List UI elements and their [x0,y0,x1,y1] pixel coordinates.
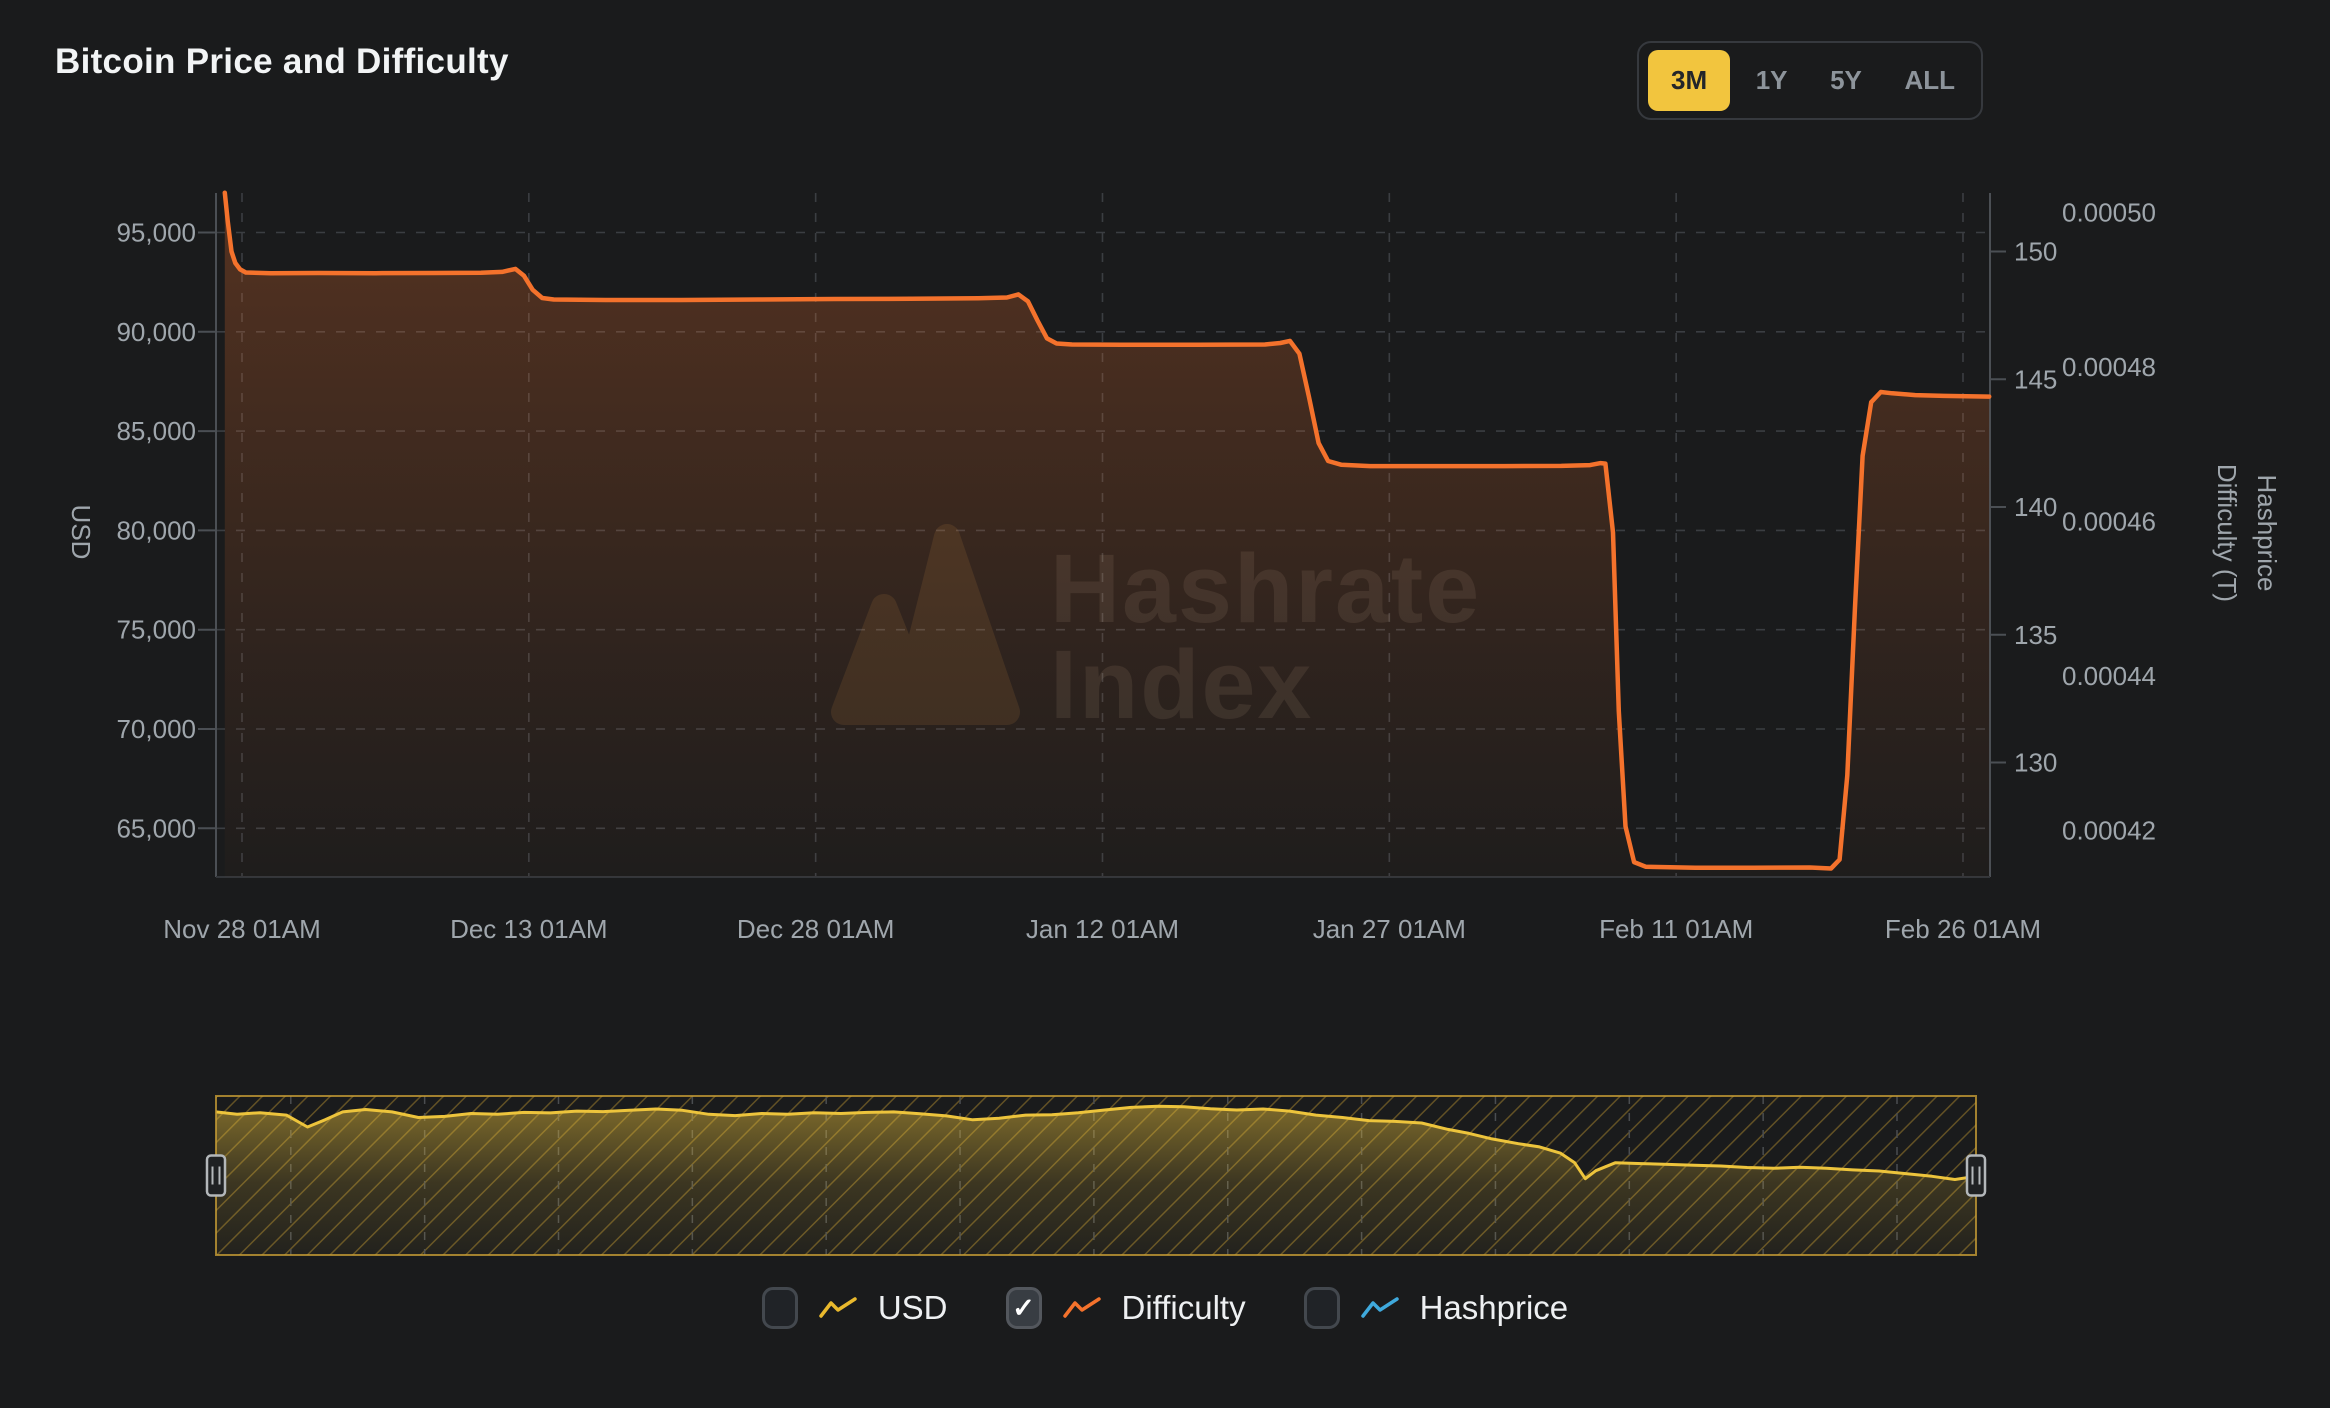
hashprice-tick-label: 0.00042 [2062,816,2156,846]
difficulty-tick-label: 140 [2014,492,2057,522]
check-icon: ✓ [1012,1295,1035,1322]
hashprice-tick-label: 0.00044 [2062,661,2156,691]
x-axis-tick-label: Dec 13 01AM [450,914,608,944]
legend-label-usd: USD [878,1289,948,1327]
x-axis-tick-label: Nov 28 01AM [163,914,321,944]
usd-axis-title: USD [66,505,96,560]
legend-label-difficulty: Difficulty [1122,1289,1246,1327]
plot-area[interactable] [216,193,1990,877]
usd-tick-label: 65,000 [116,813,196,843]
navigator-handle-right-grip[interactable] [1967,1156,1985,1196]
difficulty-tick-label: 150 [2014,237,2057,267]
hashprice-tick-label: 0.00046 [2062,507,2156,537]
usd-tick-label: 80,000 [116,515,196,545]
hashprice-tick-label: 0.00050 [2062,198,2156,228]
hashprice-axis-title: Hashprice [2252,474,2282,591]
difficulty-axis-title: Difficulty (T) [2212,464,2242,602]
difficulty-tick-label: 145 [2014,364,2057,394]
hashprice-series-icon [1360,1295,1400,1322]
navigator-handle-left-grip[interactable] [207,1156,225,1196]
series-legend: ✓ USD ✓ Difficulty ✓ Hashprice [0,1287,2330,1329]
navigator-handle-left[interactable] [207,1156,225,1196]
legend-item-difficulty[interactable]: ✓ Difficulty [1006,1287,1246,1329]
difficulty-tick-label: 135 [2014,620,2057,650]
bitcoin-price-difficulty-panel: Bitcoin Price and Difficulty 3M 1Y 5Y AL… [0,0,2330,1408]
x-axis-tick-label: Jan 27 01AM [1313,914,1466,944]
x-axis-tick-label: Feb 11 01AM [1599,914,1753,944]
x-axis-tick-label: Dec 28 01AM [737,914,895,944]
usd-tick-label: 70,000 [116,714,196,744]
usd-tick-label: 95,000 [116,218,196,248]
chart-canvas: 95,000 90,000 85,000 80,000 75,000 70,000 65,0… [0,0,2330,1408]
usd-tick-label: 90,000 [116,317,196,347]
checkbox-usd[interactable]: ✓ [762,1287,798,1329]
usd-tick-label: 85,000 [116,416,196,446]
usd-series-icon [818,1295,858,1322]
checkbox-difficulty[interactable]: ✓ [1006,1287,1042,1329]
legend-item-usd[interactable]: ✓ USD [762,1287,948,1329]
legend-label-hashprice: Hashprice [1420,1289,1569,1327]
difficulty-tick-label: 130 [2014,748,2057,778]
difficulty-series-icon [1062,1295,1102,1322]
x-axis-tick-label: Jan 12 01AM [1026,914,1179,944]
x-axis-tick-label: Feb 26 01AM [1885,914,2041,944]
usd-tick-label: 75,000 [116,615,196,645]
hashprice-tick-label: 0.00048 [2062,352,2156,382]
navigator-handle-right[interactable] [1967,1156,1985,1196]
legend-item-hashprice[interactable]: ✓ Hashprice [1304,1287,1569,1329]
checkbox-hashprice[interactable]: ✓ [1304,1287,1340,1329]
